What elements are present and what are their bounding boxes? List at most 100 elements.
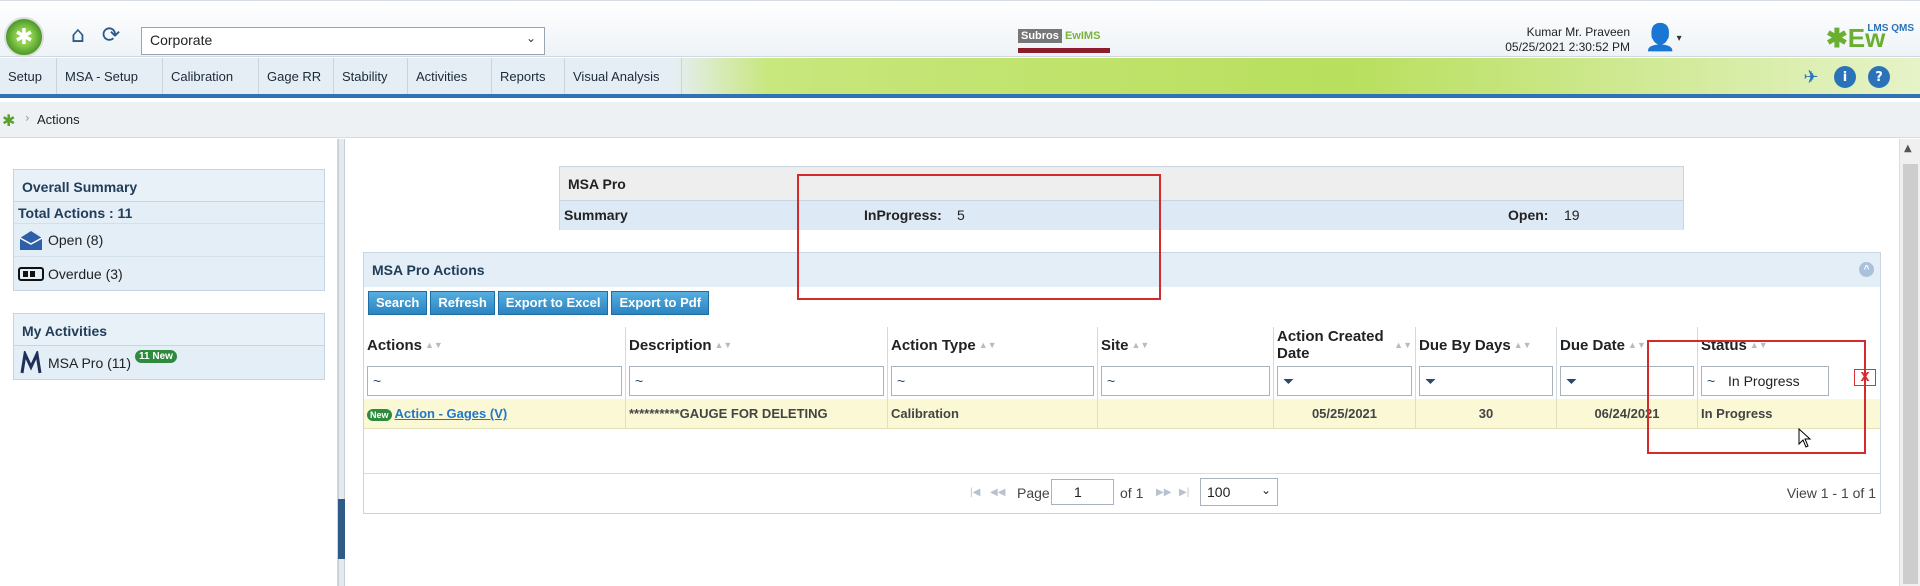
mouse-cursor-icon [1798,428,1812,448]
organization-select-value: Corporate [150,32,213,48]
column-header-action-created-date[interactable]: Action Created Date ▲▼ [1274,327,1416,363]
column-header-action-type[interactable]: Action Type ▲▼ [888,327,1098,363]
home-icon[interactable]: ⌂ [64,21,92,49]
filter-due-by-days-input[interactable]: ⏷ [1419,366,1553,396]
filter-created-date-input[interactable]: ⏷ [1277,366,1412,396]
pin-icon[interactable]: ✈ [1800,66,1822,88]
user-avatar-icon[interactable]: 👤 ▾ [1643,21,1683,55]
nav-gage-rr[interactable]: Gage RR [259,58,334,94]
msa-pro-icon [18,350,44,374]
sort-icon: ▲▼ [978,339,997,350]
filter-funnel-icon: ⏷ [1425,373,1437,389]
overdue-actions-label: Overdue (3) [48,265,123,282]
scroll-up-icon[interactable]: ▲ [1904,143,1912,154]
sort-icon: ▲▼ [425,339,443,350]
nav-calibration[interactable]: Calibration [163,58,259,94]
filter-funnel-icon: ⏷ [1566,373,1578,389]
envelope-icon [18,229,44,251]
battery-icon [18,263,44,285]
splitter-handle[interactable] [338,499,345,559]
filter-funnel-icon: ⏷ [1283,373,1295,389]
ewims-logo-text: EwIMS [1064,30,1101,42]
nav-msa-setup[interactable]: MSA - Setup [57,58,163,94]
cell-due-by-days: 30 [1416,399,1557,428]
filter-action-type-input[interactable]: ~ [891,366,1094,396]
help-icon[interactable]: ? [1868,66,1890,88]
sort-icon: ▲▼ [1513,339,1532,350]
breadcrumb-home-icon[interactable]: ✱ [2,111,20,130]
msa-pro-activity-label: MSA Pro (11) [48,354,131,371]
nav-stability[interactable]: Stability [334,58,408,94]
my-activities-title: My Activities [14,314,324,346]
cell-site [1098,399,1274,428]
refresh-button[interactable]: Refresh [430,291,495,315]
open-value[interactable]: 19 [1564,207,1580,223]
user-info: Kumar Mr. Praveen 05/25/2021 2:30:52 PM [1490,25,1630,55]
open-actions-item[interactable]: Open (8) [14,224,324,257]
user-name: Kumar Mr. Praveen [1526,25,1630,39]
filter-description-input[interactable]: ~ [629,366,884,396]
new-badge-icon: New [367,409,392,421]
vertical-scrollbar[interactable]: ▲ [1899,139,1920,586]
app-logo-icon[interactable]: ✱ [4,17,44,57]
collapse-icon[interactable]: ^ [1859,262,1874,277]
left-sidebar: Overall Summary Total Actions : 11 Open … [0,139,345,586]
overall-summary-title: Overall Summary [14,170,324,202]
open-label: Open: [1508,207,1549,223]
cell-created-date: 05/25/2021 [1274,399,1416,428]
current-datetime: 05/25/2021 2:30:52 PM [1505,40,1630,54]
grid-toolbar: Search Refresh Export to Excel Export to… [368,291,710,315]
scrollbar-thumb[interactable] [1903,164,1918,584]
total-actions: Total Actions : 11 [14,202,324,224]
breadcrumb: ✱ › Actions [0,102,1920,138]
last-page-icon[interactable]: ▶| [1179,487,1189,498]
sort-icon: ▲▼ [1131,339,1150,350]
nav-setup[interactable]: Setup [0,58,57,94]
page-size-value: 100 [1207,484,1231,500]
overall-summary-panel: Overall Summary Total Actions : 11 Open … [13,169,325,291]
export-pdf-button[interactable]: Export to Pdf [611,291,710,315]
column-header-actions[interactable]: Actions ▲▼ [364,327,626,363]
view-records-info: View 1 - 1 of 1 [1786,485,1876,501]
column-header-site[interactable]: Site ▲▼ [1098,327,1274,363]
prev-page-icon[interactable]: ◀◀ [990,487,1005,498]
page-of-label: of 1 [1120,485,1144,501]
chevron-down-icon: ⌄ [1260,483,1271,497]
info-icon[interactable]: i [1834,66,1856,88]
sort-icon: ▲▼ [1394,339,1412,350]
my-activities-panel: My Activities MSA Pro (11) 11 New [13,313,325,380]
cell-description: **********GAUGE FOR DELETING [626,399,888,428]
organization-select[interactable]: Corporate ⌄ [141,27,545,55]
export-excel-button[interactable]: Export to Excel [497,291,609,315]
summary-label: Summary [564,207,628,223]
grid-title: MSA Pro Actions [372,262,485,278]
chevron-down-icon: ⌄ [525,31,536,45]
msa-pro-activity-item[interactable]: MSA Pro (11) 11 New [14,346,324,379]
column-header-due-by-days[interactable]: Due By Days ▲▼ [1416,327,1557,363]
sort-icon: ▲▼ [714,339,733,350]
breadcrumb-current: Actions [37,112,80,127]
new-count-badge: 11 New [135,350,177,363]
brand-small-text: LMS QMS [1867,23,1914,34]
overdue-actions-item[interactable]: Overdue (3) [14,257,324,290]
breadcrumb-separator-icon: › [25,111,30,125]
nav-visual-analysis[interactable]: Visual Analysis [565,58,682,94]
page-size-select[interactable]: 100 ⌄ [1200,478,1278,506]
filter-site-input[interactable]: ~ [1101,366,1270,396]
annotation-highlight-box [797,174,1161,300]
page-label: Page [1017,485,1050,501]
filter-actions-input[interactable]: ~ [367,366,622,396]
top-header: ✱ ⌂ ⟳ Corporate ⌄ Subros EwIMS Kumar Mr.… [0,0,1920,57]
next-page-icon[interactable]: ▶▶ [1156,487,1171,498]
column-header-description[interactable]: Description ▲▼ [626,327,888,363]
center-logo: Subros EwIMS [1018,29,1110,55]
refresh-icon[interactable]: ⟳ [97,21,125,49]
first-page-icon[interactable]: |◀ [970,487,980,498]
search-button[interactable]: Search [368,291,428,315]
nav-activities[interactable]: Activities [408,58,492,94]
main-navigation: Setup MSA - Setup Calibration Gage RR St… [0,58,1920,98]
page-number-input[interactable]: 1 [1051,479,1114,505]
nav-reports[interactable]: Reports [492,58,565,94]
subros-logo-text: Subros [1018,29,1062,43]
action-link[interactable]: Action - Gages (V) [395,406,508,421]
